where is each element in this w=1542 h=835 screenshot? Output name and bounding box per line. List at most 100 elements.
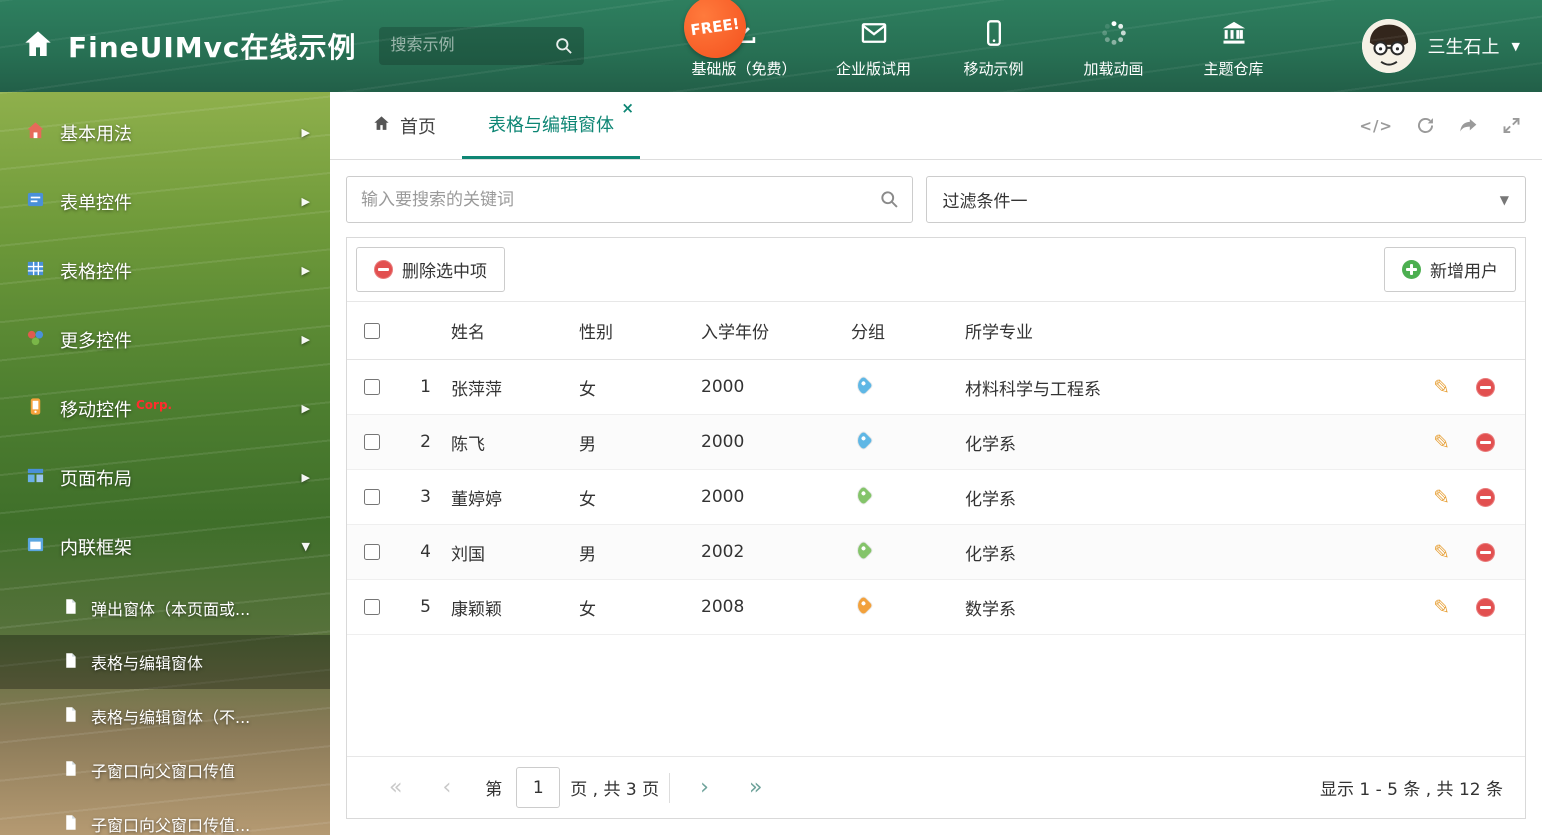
prev-page-button[interactable]: ‹ [422,776,471,799]
year-cell: 2000 [701,432,745,452]
sidebar-subitem-grid-edit-window-2[interactable]: 表格与编辑窗体（不... [0,689,330,743]
row-checkbox[interactable] [364,434,380,450]
sidebar: 基本用法 ▶ 表单控件 ▶ 表格控件 ▶ 更多控件 ▶ 移动控件 Corp. ▶… [0,92,330,835]
year-cell: 2000 [701,487,745,507]
sidebar-subitem-grid-edit-window[interactable]: 表格与编辑窗体 [0,635,330,689]
user-menu[interactable]: 三生石上 ▼ [1361,19,1520,73]
header-nav: 基础版（免费） 企业版试用 移动示例 加载动画 主题仓库 [692,13,1277,79]
col-header-major[interactable]: 所学专业 [965,318,1413,343]
name-cell: 刘国 [451,544,485,565]
major-link[interactable]: 化学系 [965,435,1016,455]
frame-icon [26,535,45,559]
last-page-button[interactable]: » [729,776,782,799]
nav-enterprise-trial[interactable]: 企业版试用 [831,13,917,79]
sidebar-item-mobile-controls[interactable]: 移动控件 Corp. ▶ [0,374,330,443]
corp-badge: Corp. [136,397,173,412]
gender-cell: 女 [579,599,596,620]
tab-home[interactable]: 首页 [346,92,462,159]
app-window: FineUIMvc在线示例 FREE! 基础版（免费） 企业版试用 [0,0,1542,835]
nav-theme-repo[interactable]: 主题仓库 [1191,13,1277,79]
edit-icon[interactable]: ✎ [1433,432,1450,452]
filter-dropdown-value: 过滤条件一 [942,192,1028,212]
nav-mobile-demo[interactable]: 移动示例 [951,13,1037,79]
fullscreen-icon[interactable] [1501,115,1522,136]
edit-icon[interactable]: ✎ [1433,542,1450,562]
page-number-input[interactable] [516,767,561,808]
search-icon[interactable] [879,189,900,214]
major-link[interactable]: 化学系 [965,490,1016,510]
row-checkbox[interactable] [364,544,380,560]
sidebar-subitem-child-to-parent[interactable]: 子窗口向父窗口传值 [0,743,330,797]
tag-icon [854,541,873,560]
file-icon [62,706,79,727]
home-icon [372,114,391,138]
edit-icon[interactable]: ✎ [1433,377,1450,397]
gender-cell: 男 [579,434,596,455]
tab-content: 过滤条件一 ▼ 删除选中项 新增用户 [330,160,1542,835]
brand[interactable]: FineUIMvc在线示例 [22,26,357,66]
sidebar-subitem-popup-window[interactable]: 弹出窗体（本页面或... [0,581,330,635]
chevron-down-icon: ▼ [1511,39,1520,53]
delete-row-icon[interactable] [1476,542,1495,562]
delete-row-icon[interactable] [1476,487,1495,507]
row-checkbox[interactable] [364,379,380,395]
edit-icon[interactable]: ✎ [1433,487,1450,507]
tab-grid-edit-window[interactable]: 表格与编辑窗体 × [462,92,640,159]
close-icon[interactable]: × [621,101,634,116]
sidebar-item-page-layout[interactable]: 页面布局 ▶ [0,443,330,512]
col-header-group[interactable]: 分组 [851,318,965,343]
row-checkbox[interactable] [364,489,380,505]
delete-row-icon[interactable] [1476,432,1495,452]
search-icon[interactable] [554,36,574,60]
delete-row-icon[interactable] [1476,377,1495,397]
chevron-down-icon: ▼ [1499,192,1509,207]
record-summary: 显示 1 - 5 条 , 共 12 条 [1319,780,1503,800]
table-header-row: 姓名 性别 入学年份 分组 所学专业 [347,302,1525,360]
share-icon[interactable] [1458,115,1479,136]
col-header-gender[interactable]: 性别 [579,318,701,343]
tag-icon [854,431,873,450]
first-page-button[interactable]: « [369,776,422,799]
minus-circle-icon [374,260,393,279]
year-cell: 2002 [701,542,745,562]
chevron-right-icon: ▶ [301,333,310,346]
refresh-icon[interactable] [1415,115,1436,136]
keyword-search-input[interactable] [346,176,913,223]
page-label-suffix: 页 , 共 3 页 [570,780,660,800]
add-user-button[interactable]: 新增用户 [1384,247,1516,292]
header-search [378,27,584,65]
sidebar-item-iframe[interactable]: 内联框架 ▼ [0,512,330,581]
sidebar-item-form-controls[interactable]: 表单控件 ▶ [0,167,330,236]
row-checkbox[interactable] [364,599,380,615]
col-header-year[interactable]: 入学年份 [701,318,851,343]
major-link[interactable]: 数学系 [965,600,1016,620]
chevron-right-icon: ▶ [301,264,310,277]
pagination-bar: « ‹ 第 页 , 共 3 页 › » 显示 1 - 5 条 , 共 12 条 [347,756,1525,818]
top-header: FineUIMvc在线示例 FREE! 基础版（免费） 企业版试用 [0,0,1542,92]
delete-selected-button[interactable]: 删除选中项 [356,247,505,292]
filter-dropdown[interactable]: 过滤条件一 ▼ [925,176,1526,223]
name-cell: 陈飞 [451,434,485,455]
edit-icon[interactable]: ✎ [1433,597,1450,617]
sidebar-subitem-child-to-parent-2[interactable]: 子窗口向父窗口传值... [0,797,330,835]
delete-row-icon[interactable] [1476,597,1495,617]
sidebar-item-more-controls[interactable]: 更多控件 ▶ [0,305,330,374]
nav-loading-animation[interactable]: 加载动画 [1071,13,1157,79]
tab-tools: </> [1359,92,1542,159]
source-code-icon[interactable]: </> [1359,117,1393,135]
major-link[interactable]: 化学系 [965,545,1016,565]
gender-cell: 女 [579,379,596,400]
col-header-name[interactable]: 姓名 [451,318,579,343]
sidebar-item-grid-controls[interactable]: 表格控件 ▶ [0,236,330,305]
chevron-right-icon: ▶ [301,195,310,208]
mobile-icon [980,19,1008,51]
gender-cell: 男 [579,544,596,565]
tab-bar: 首页 表格与编辑窗体 × </> [330,92,1542,160]
year-cell: 2008 [701,597,745,617]
next-page-button[interactable]: › [680,776,729,799]
sidebar-item-basic-usage[interactable]: 基本用法 ▶ [0,98,330,167]
grid-empty-space [347,635,1525,756]
select-all-checkbox[interactable] [364,322,380,339]
file-icon [62,814,79,835]
major-link[interactable]: 材料科学与工程系 [965,380,1101,400]
